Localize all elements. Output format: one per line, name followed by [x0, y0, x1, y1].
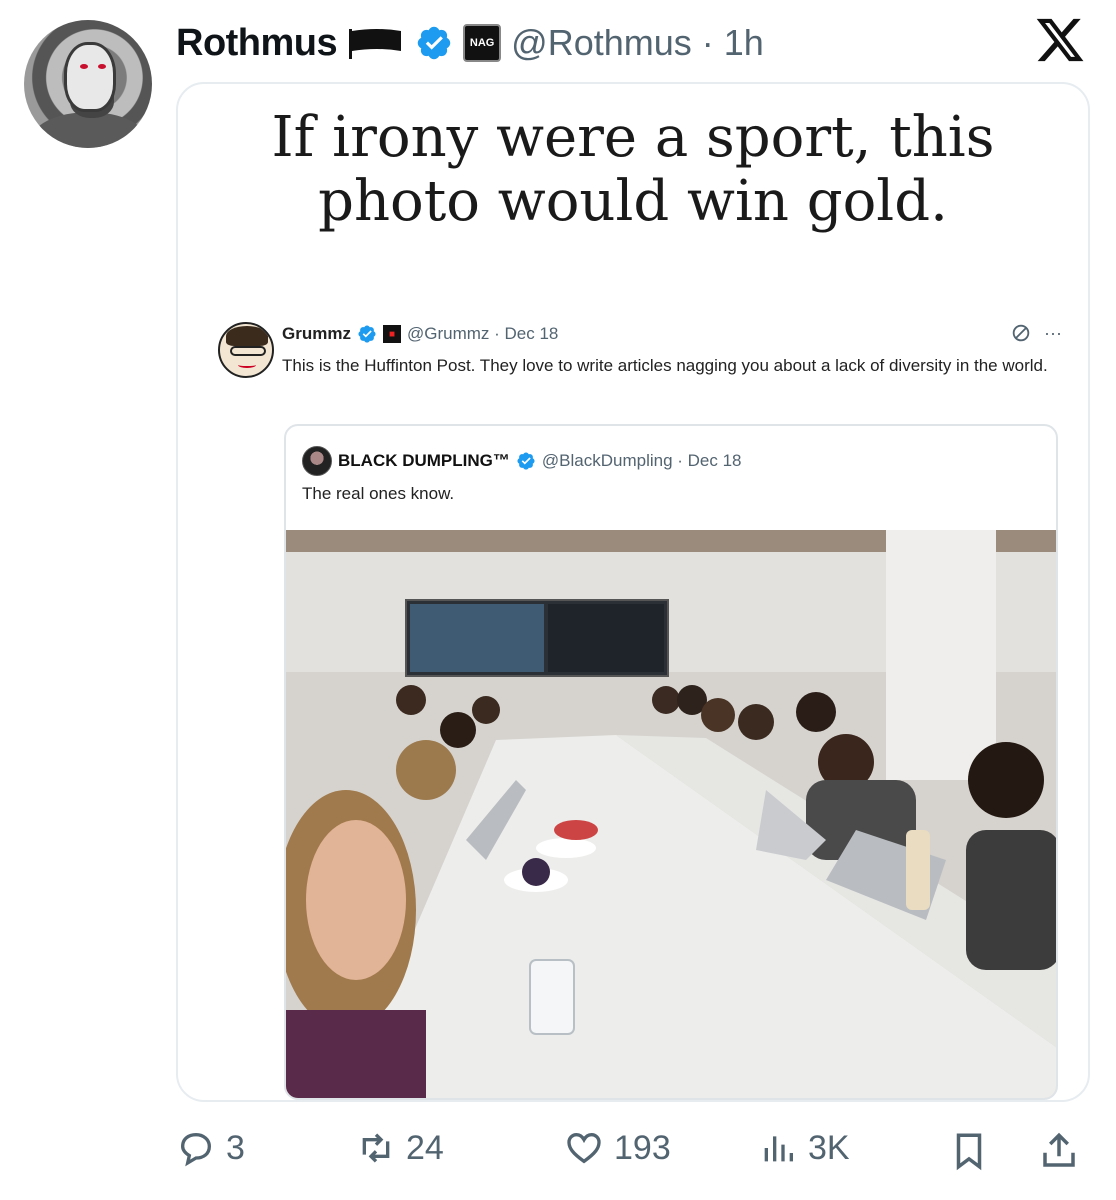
- post-header: Rothmus NAG @Rothmus · 1h: [176, 18, 1096, 68]
- like-count: 193: [614, 1128, 671, 1167]
- views-count: 3K: [808, 1128, 850, 1167]
- nested-handle-date: @BlackDumpling · Dec 18: [541, 451, 742, 470]
- nested-quote-header: BLACK DUMPLING™ @BlackDumpling · Dec 18: [302, 446, 742, 476]
- nested-text: The real ones know.: [302, 484, 455, 503]
- quoted-tools: ···: [1010, 322, 1062, 344]
- like-button[interactable]: 193: [564, 1128, 671, 1168]
- affiliate-badge[interactable]: NAG: [463, 24, 502, 62]
- bookmark-icon[interactable]: [948, 1130, 990, 1172]
- author-avatar[interactable]: [24, 20, 152, 148]
- quoted-avatar[interactable]: [218, 322, 274, 378]
- repost-button[interactable]: 24: [356, 1128, 444, 1168]
- flag-icon: [349, 29, 402, 59]
- nested-quote[interactable]: BLACK DUMPLING™ @BlackDumpling · Dec 18 …: [284, 424, 1058, 1100]
- nested-avatar: [302, 446, 332, 476]
- grok-icon: [1012, 324, 1030, 342]
- avatar-face: [64, 42, 116, 112]
- more-icon: ···: [1044, 322, 1062, 343]
- verified-icon: [358, 325, 376, 343]
- quoted-name: Grummz: [282, 324, 351, 343]
- avatar-eye: [98, 64, 106, 69]
- author-name[interactable]: Rothmus: [176, 22, 338, 65]
- verified-icon: [517, 452, 535, 470]
- avatar-glasses: [230, 346, 266, 356]
- views-icon: [764, 1136, 793, 1162]
- author-handle-time[interactable]: @Rothmus · 1h: [511, 22, 764, 64]
- repost-count: 24: [406, 1128, 444, 1167]
- quoted-handle-date: @Grummz · Dec 18: [406, 324, 559, 343]
- share-icon[interactable]: [1038, 1130, 1080, 1172]
- quoted-header: Grummz ■ @Grummz · Dec 18: [282, 324, 558, 344]
- action-bar: 3 24 193 3K: [176, 1118, 1090, 1182]
- quoted-text: This is the Huffinton Post. They love to…: [282, 356, 1048, 375]
- nested-name: BLACK DUMPLING™: [338, 451, 510, 470]
- repost-icon: [362, 1133, 390, 1163]
- like-icon: [567, 1132, 601, 1164]
- avatar-mouth: [238, 362, 256, 368]
- avatar-hair: [226, 326, 268, 346]
- views-button[interactable]: 3K: [758, 1128, 850, 1168]
- reply-icon: [180, 1132, 212, 1167]
- affiliate-badge-icon: ■: [382, 325, 401, 343]
- reply-button[interactable]: 3: [176, 1128, 245, 1168]
- avatar-eye: [80, 64, 88, 69]
- verified-icon: [417, 26, 451, 60]
- x-logo-icon[interactable]: [1034, 14, 1086, 66]
- conference-room-photo[interactable]: [286, 530, 1056, 1098]
- card-title: If irony were a sport, this photo would …: [271, 105, 995, 234]
- reply-count: 3: [226, 1128, 245, 1167]
- photo-illustration: [286, 530, 1056, 1098]
